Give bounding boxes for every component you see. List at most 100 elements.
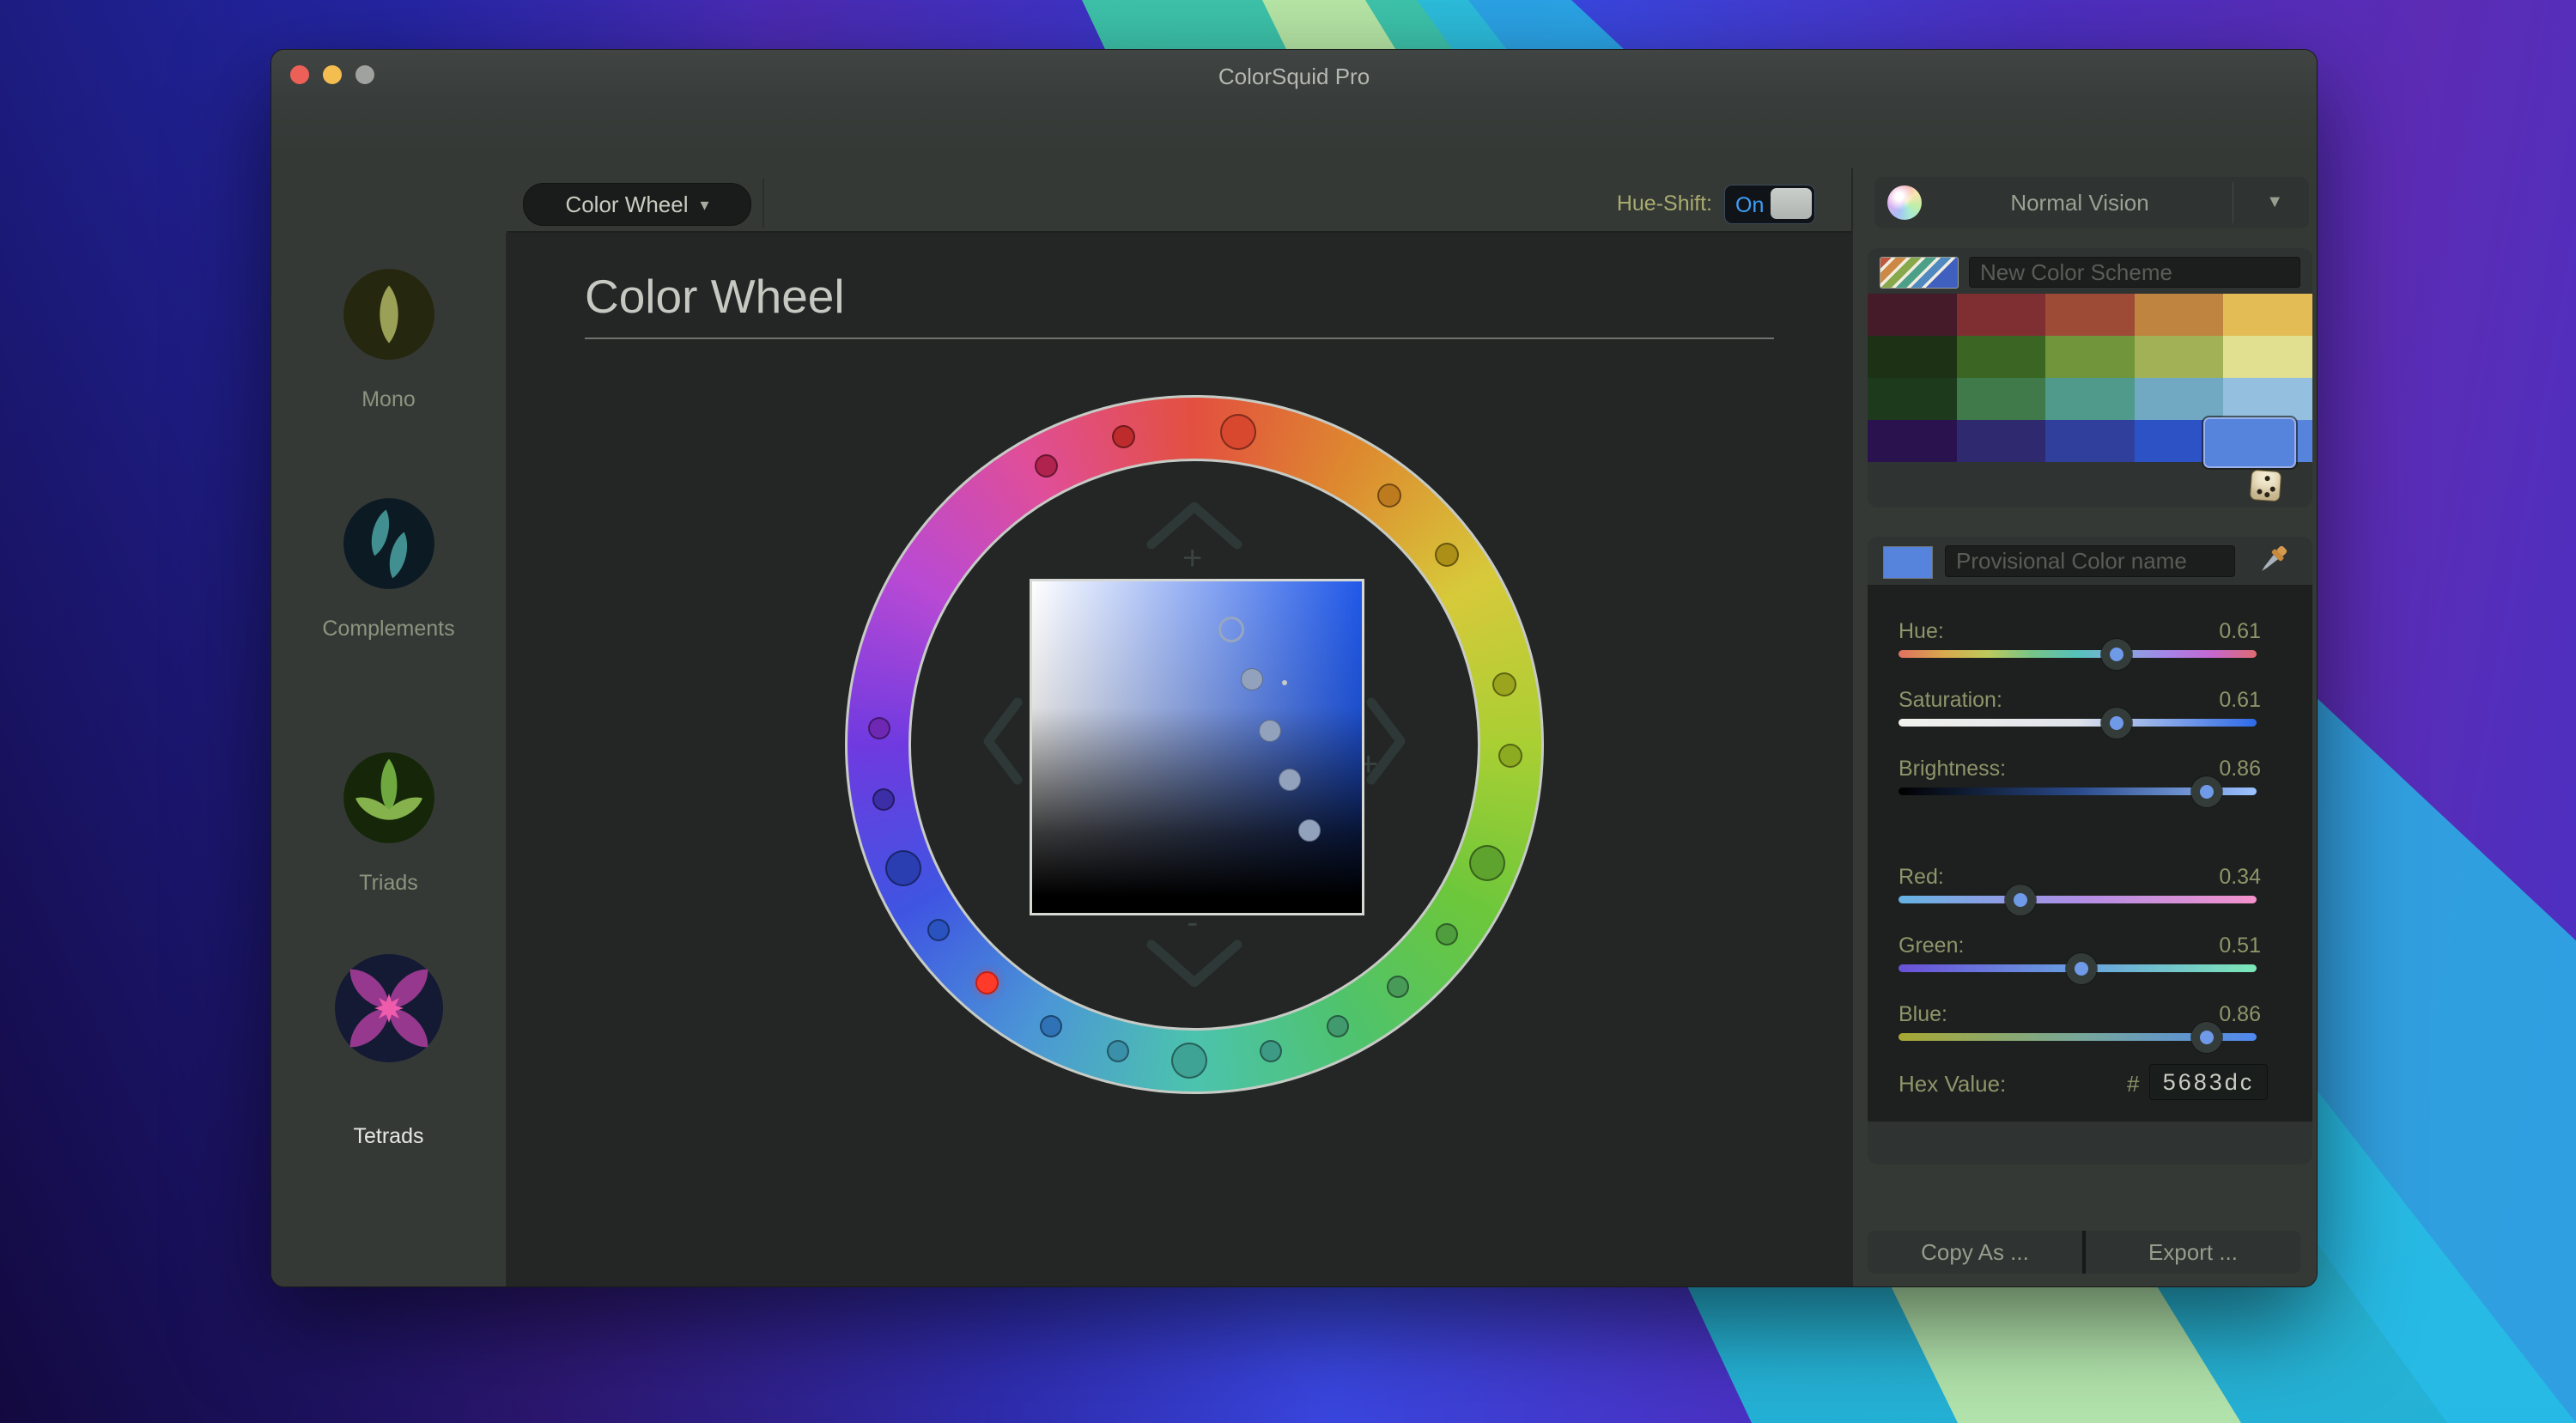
dice-icon[interactable] bbox=[2250, 470, 2281, 502]
vision-mode-dropdown[interactable]: Normal Vision ▼ bbox=[1874, 177, 2309, 228]
arrow-left-icon[interactable] bbox=[978, 694, 1028, 788]
wheel-hue-dot[interactable] bbox=[1040, 1015, 1062, 1037]
scheme-name-placeholder: New Color Scheme bbox=[1980, 259, 2172, 286]
wheel-hue-dot[interactable] bbox=[1469, 845, 1505, 881]
slider-track[interactable] bbox=[1899, 650, 2257, 658]
square-selection-ring[interactable] bbox=[1218, 617, 1244, 642]
slider-thumb[interactable] bbox=[2191, 1022, 2222, 1053]
color-name-placeholder: Provisional Color name bbox=[1956, 548, 2187, 575]
chevron-down-icon: ▼ bbox=[2266, 192, 2283, 212]
wheel-hue-dot[interactable] bbox=[1107, 1040, 1129, 1062]
square-history-dot[interactable] bbox=[1241, 668, 1263, 690]
hex-value: 5683dc bbox=[2163, 1069, 2255, 1096]
scheme-name-input[interactable]: New Color Scheme bbox=[1969, 257, 2300, 288]
scheme-swatch[interactable] bbox=[2223, 378, 2312, 420]
scheme-swatch[interactable] bbox=[2135, 294, 2224, 336]
sidebar-item-label: Tetrads bbox=[271, 1124, 506, 1149]
saturation-brightness-square[interactable] bbox=[1030, 579, 1364, 915]
slider-thumb[interactable] bbox=[2191, 776, 2222, 807]
hex-input[interactable]: 5683dc bbox=[2149, 1064, 2268, 1100]
slider-label: Blue: bbox=[1899, 1002, 1947, 1027]
toggle-knob[interactable] bbox=[1771, 188, 1812, 219]
slider-thumb[interactable] bbox=[2005, 885, 2036, 915]
page-title: Color Wheel bbox=[585, 269, 845, 324]
slider-thumb[interactable] bbox=[2066, 953, 2097, 984]
color-editor-header: Provisional Color name bbox=[1868, 537, 2312, 585]
wheel-hue-dot[interactable] bbox=[1260, 1040, 1282, 1062]
scheme-swatch[interactable] bbox=[1957, 336, 2046, 378]
hex-label: Hex Value: bbox=[1899, 1071, 2006, 1098]
scheme-swatch[interactable] bbox=[2045, 336, 2135, 378]
square-history-dot[interactable] bbox=[1298, 819, 1321, 842]
slider-thumb[interactable] bbox=[2101, 708, 2132, 739]
export-button[interactable]: Export ... bbox=[2086, 1231, 2300, 1274]
wheel-hue-dot[interactable] bbox=[1112, 425, 1135, 448]
scheme-swatch[interactable] bbox=[1957, 378, 2046, 420]
scheme-swatch[interactable] bbox=[2045, 378, 2135, 420]
scheme-swatch[interactable] bbox=[2223, 294, 2312, 336]
wheel-hue-dot[interactable] bbox=[1327, 1015, 1349, 1037]
scheme-swatch[interactable] bbox=[1868, 294, 1957, 336]
wheel-hue-dot[interactable] bbox=[868, 717, 890, 739]
wheel-hue-dot[interactable] bbox=[872, 788, 895, 811]
wheel-hue-dot[interactable] bbox=[1220, 414, 1256, 450]
scheme-swatch[interactable] bbox=[2045, 420, 2135, 462]
wheel-hue-dot[interactable] bbox=[1498, 744, 1522, 768]
sidebar-item-tetrads[interactable] bbox=[271, 944, 506, 1073]
sidebar-item-complements[interactable] bbox=[271, 490, 506, 598]
color-sphere-icon bbox=[1887, 185, 1922, 220]
vision-mode-label: Normal Vision bbox=[1926, 190, 2233, 216]
slider-track[interactable] bbox=[1899, 788, 2257, 795]
color-wheel[interactable]: + - - + bbox=[845, 395, 1544, 1094]
wheel-hue-dot[interactable] bbox=[885, 850, 921, 886]
slider-track[interactable] bbox=[1899, 719, 2257, 727]
scheme-swatch[interactable] bbox=[2135, 378, 2224, 420]
scheme-swatch[interactable] bbox=[2223, 336, 2312, 378]
slider-thumb[interactable] bbox=[2101, 639, 2132, 670]
slider-label: Saturation: bbox=[1899, 688, 2002, 713]
slider-track[interactable] bbox=[1899, 896, 2257, 903]
wheel-hue-dot[interactable] bbox=[1035, 454, 1058, 477]
wheel-hue-dot[interactable] bbox=[1377, 483, 1401, 508]
scheme-swatch[interactable] bbox=[1957, 294, 2046, 336]
hue-shift-label: Hue-Shift: bbox=[1516, 192, 1712, 216]
scheme-swatch[interactable] bbox=[1957, 420, 2046, 462]
color-scheme-card: New Color Scheme bbox=[1868, 248, 2312, 508]
scheme-swatch[interactable] bbox=[1868, 378, 1957, 420]
wheel-hue-dot[interactable] bbox=[1435, 543, 1459, 567]
slider-track[interactable] bbox=[1899, 1033, 2257, 1041]
hex-row: Hex Value: # 5683dc bbox=[1868, 1059, 2312, 1102]
slider-value: 0.86 bbox=[2219, 1002, 2261, 1027]
scheme-swatch[interactable] bbox=[1868, 420, 1957, 462]
current-color-swatch[interactable] bbox=[1883, 546, 1933, 579]
scheme-swatch[interactable] bbox=[2045, 294, 2135, 336]
mono-leaf-icon bbox=[335, 260, 443, 368]
color-editor-card: Provisional Color name Hex Value: # bbox=[1868, 537, 2312, 1165]
eyedropper-icon[interactable] bbox=[2252, 541, 2292, 581]
color-name-input[interactable]: Provisional Color name bbox=[1945, 545, 2235, 577]
sidebar-item-triads[interactable] bbox=[271, 744, 506, 852]
view-selector-dropdown[interactable]: Color Wheel ▾ bbox=[523, 183, 751, 226]
slider-row-green: Green:0.51 bbox=[1868, 933, 2312, 985]
slider-label: Brightness: bbox=[1899, 757, 2006, 781]
scheme-swatch[interactable] bbox=[2135, 336, 2224, 378]
square-history-dot[interactable] bbox=[1279, 769, 1301, 791]
copy-as-button[interactable]: Copy As ... bbox=[1868, 1231, 2082, 1274]
slider-row-blue: Blue: 0.86 bbox=[1868, 1002, 2312, 1054]
sliders-panel: Hex Value: # 5683dc Hue:0.61Saturation:0… bbox=[1868, 585, 2312, 1122]
arrow-down-icon[interactable] bbox=[1143, 936, 1246, 993]
wheel-hue-dot[interactable] bbox=[1492, 672, 1516, 696]
slider-value: 0.86 bbox=[2219, 757, 2261, 781]
triads-leaves-icon bbox=[335, 744, 443, 852]
selected-swatch[interactable] bbox=[2203, 417, 2296, 468]
window-title: ColorSquid Pro bbox=[271, 64, 2317, 90]
slider-value: 0.61 bbox=[2219, 688, 2261, 713]
hue-shift-toggle[interactable]: On bbox=[1724, 185, 1815, 224]
sidebar-item-mono[interactable] bbox=[271, 260, 506, 368]
titlebar[interactable]: ColorSquid Pro bbox=[271, 50, 2317, 153]
wheel-hue-dot[interactable] bbox=[1387, 976, 1409, 998]
square-history-dot[interactable] bbox=[1259, 720, 1281, 742]
slider-track[interactable] bbox=[1899, 964, 2257, 972]
scheme-swatch[interactable] bbox=[1868, 336, 1957, 378]
wheel-hue-dot[interactable] bbox=[1171, 1043, 1207, 1079]
